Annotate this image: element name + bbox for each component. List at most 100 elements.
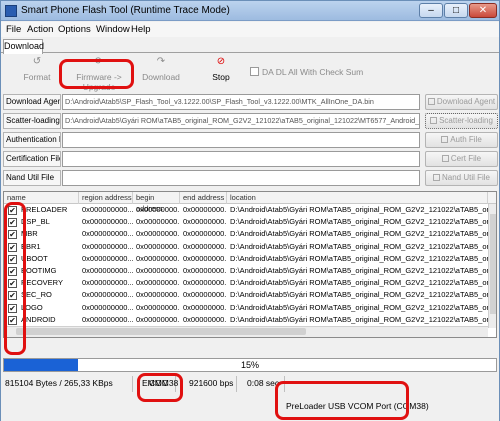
download-agent-label: Download Agent — [3, 94, 61, 110]
auth-field[interactable] — [62, 132, 420, 148]
folder-icon — [441, 155, 449, 162]
table-row[interactable]: ✔ SEC_RO 0x000000000... 0x00000000... 0x0000… — [4, 289, 488, 301]
progress-label: 15% — [240, 360, 259, 370]
table-row[interactable]: ✔ LOGO 0x000000000... 0x00000000... 0x000000… — [4, 302, 488, 314]
cell-name: RECOVERY — [21, 278, 63, 288]
cell-region-address: 0x000000000... — [82, 266, 133, 275]
horizontal-scroll-thumb[interactable] — [16, 328, 306, 335]
folder-icon — [432, 174, 440, 181]
cell-region-address: 0x000000000... — [82, 314, 133, 324]
vertical-scrollbar[interactable] — [488, 204, 496, 328]
table-row[interactable]: ✔ EBR1 0x000000000... 0x00000000... 0x000000… — [4, 241, 488, 253]
cell-name: MBR — [21, 229, 38, 239]
menu-options[interactable]: Options — [58, 24, 91, 35]
status-baud: 921600 bps — [187, 376, 237, 392]
table-row[interactable]: ✔ DSP_BL 0x000000000... 0x00000000... 0x0000… — [4, 216, 488, 228]
cell-location: D:\Android\Atab5\Gyári ROM\aTAB5_origina… — [230, 278, 488, 288]
format-label: Format — [23, 72, 51, 82]
status-bar: 815104 Bytes / 265,33 KBps EMMC COM38 92… — [1, 374, 499, 421]
menu-help[interactable]: Help — [131, 24, 151, 35]
cell-end-address: 0x00000000... — [183, 314, 227, 324]
col-location[interactable]: location — [227, 192, 488, 204]
cell-location: D:\Android\Atab5\Gyári ROM\aTAB5_origina… — [230, 253, 488, 263]
cert-file-button[interactable]: Cert File — [425, 151, 498, 167]
da-dl-all-label: DA DL All With Check Sum — [262, 67, 364, 77]
scatter-row: Scatter-loading File D:\Android\Atab5\Gy… — [3, 113, 499, 130]
cell-end-address: 0x00000000... — [183, 290, 227, 300]
nand-util-button[interactable]: Nand Util File — [425, 170, 498, 186]
cell-end-address: 0x00000000... — [183, 241, 227, 251]
cell-location: D:\Android\Atab5\Gyári ROM\aTAB5_origina… — [230, 205, 488, 214]
cell-name: SEC_RO — [21, 290, 52, 300]
cell-location: D:\Android\Atab5\Gyári ROM\aTAB5_origina… — [230, 302, 488, 312]
cell-begin-address: 0x00000000... — [136, 266, 180, 275]
download-agent-button[interactable]: Download Agent — [425, 94, 498, 110]
vertical-scroll-thumb[interactable] — [490, 214, 496, 314]
auth-file-button[interactable]: Auth File — [425, 132, 498, 148]
cell-location: D:\Android\Atab5\Gyári ROM\aTAB5_origina… — [230, 266, 488, 275]
download-agent-row: Download Agent D:\Android\Atab5\SP_Flash… — [3, 94, 499, 111]
cell-region-address: 0x000000000... — [82, 241, 133, 251]
cell-region-address: 0x000000000... — [82, 278, 133, 288]
cell-begin-address: 0x00000000... — [136, 278, 180, 288]
cert-row: Certification File Cert File — [3, 151, 499, 168]
table-row[interactable]: ✔ MBR 0x000000000... 0x00000000... 0x0000000… — [4, 228, 488, 240]
stop-button[interactable]: ⊘ Stop — [207, 56, 235, 82]
scatter-field[interactable]: D:\Android\Atab5\Gyári ROM\aTAB5_origina… — [62, 113, 420, 129]
download-label: Download — [142, 72, 180, 82]
stop-icon: ⊘ — [216, 56, 226, 67]
minimize-button[interactable]: – — [419, 3, 443, 18]
col-region-address[interactable]: region address — [79, 192, 133, 204]
menu-file[interactable]: File — [6, 24, 21, 35]
download-agent-field[interactable]: D:\Android\Atab5\SP_Flash_Tool_v3.1222.0… — [62, 94, 420, 110]
cell-region-address: 0x000000000... — [82, 253, 133, 263]
table-row[interactable]: ✔ PRELOADER 0x000000000... 0x00000000... 0x0… — [4, 204, 488, 216]
cell-location: D:\Android\Atab5\Gyári ROM\aTAB5_origina… — [230, 217, 488, 227]
app-icon — [5, 5, 17, 17]
cert-field[interactable] — [62, 151, 420, 167]
cell-begin-address: 0x00000000... — [136, 205, 180, 214]
cell-name: BOOTIMG — [21, 266, 57, 275]
scatter-loading-button[interactable]: Scatter-loading — [425, 113, 498, 129]
table-row[interactable]: ✔ ANDROID 0x000000000... 0x00000000... 0x000… — [4, 314, 488, 326]
progress-bar: 15% — [3, 358, 497, 372]
cell-begin-address: 0x00000000... — [136, 241, 180, 251]
da-dl-all-checkbox[interactable]: DA DL All With Check Sum — [250, 67, 363, 77]
table-row[interactable]: ✔ RECOVERY 0x000000000... 0x00000000... 0x00… — [4, 277, 488, 289]
auth-row: Authentication File Auth File — [3, 132, 499, 149]
table-row[interactable]: ✔ BOOTIMG 0x000000000... 0x00000000... 0x000… — [4, 265, 488, 277]
col-begin-address[interactable]: begin address — [133, 192, 180, 213]
menu-window[interactable]: Window — [96, 24, 130, 35]
tab-download[interactable]: Download — [3, 39, 44, 54]
cell-name: EBR1 — [21, 241, 41, 251]
cell-name: LOGO — [21, 302, 43, 312]
cell-end-address: 0x00000000... — [183, 266, 227, 275]
annotation-port — [137, 373, 183, 402]
table-header: name region address begin address end ad… — [4, 192, 496, 213]
cell-location: D:\Android\Atab5\Gyári ROM\aTAB5_origina… — [230, 241, 488, 251]
menu-bar: File Action Options Window Help — [1, 22, 499, 37]
nand-field[interactable] — [62, 170, 420, 186]
partition-table: name region address begin address end ad… — [3, 191, 497, 338]
window-title: Smart Phone Flash Tool (Runtime Trace Mo… — [21, 5, 230, 16]
table-row[interactable]: ✔ UBOOT 0x000000000... 0x00000000... 0x00000… — [4, 253, 488, 265]
cell-location: D:\Android\Atab5\Gyári ROM\aTAB5_origina… — [230, 229, 488, 239]
maximize-button[interactable]: □ — [444, 3, 468, 18]
format-button[interactable]: ↺ Format — [19, 56, 55, 82]
folder-icon — [430, 117, 438, 124]
menu-action[interactable]: Action — [27, 24, 53, 35]
annotation-firmware — [59, 59, 134, 89]
folder-icon — [427, 98, 435, 105]
close-button[interactable]: ✕ — [469, 3, 497, 18]
status-bytes: 815104 Bytes / 265,33 KBps — [3, 376, 133, 392]
cell-location: D:\Android\Atab5\Gyári ROM\aTAB5_origina… — [230, 290, 488, 300]
annotation-device — [275, 381, 409, 420]
horizontal-scrollbar[interactable] — [4, 326, 488, 337]
download-button[interactable]: ↷ Download — [141, 56, 181, 82]
cell-begin-address: 0x00000000... — [136, 229, 180, 239]
cell-end-address: 0x00000000... — [183, 253, 227, 263]
auth-label: Authentication File — [3, 132, 61, 148]
col-end-address[interactable]: end address — [180, 192, 227, 204]
auth-file-button-label: Auth File — [450, 135, 482, 144]
cell-name: PRELOADER — [21, 205, 68, 214]
